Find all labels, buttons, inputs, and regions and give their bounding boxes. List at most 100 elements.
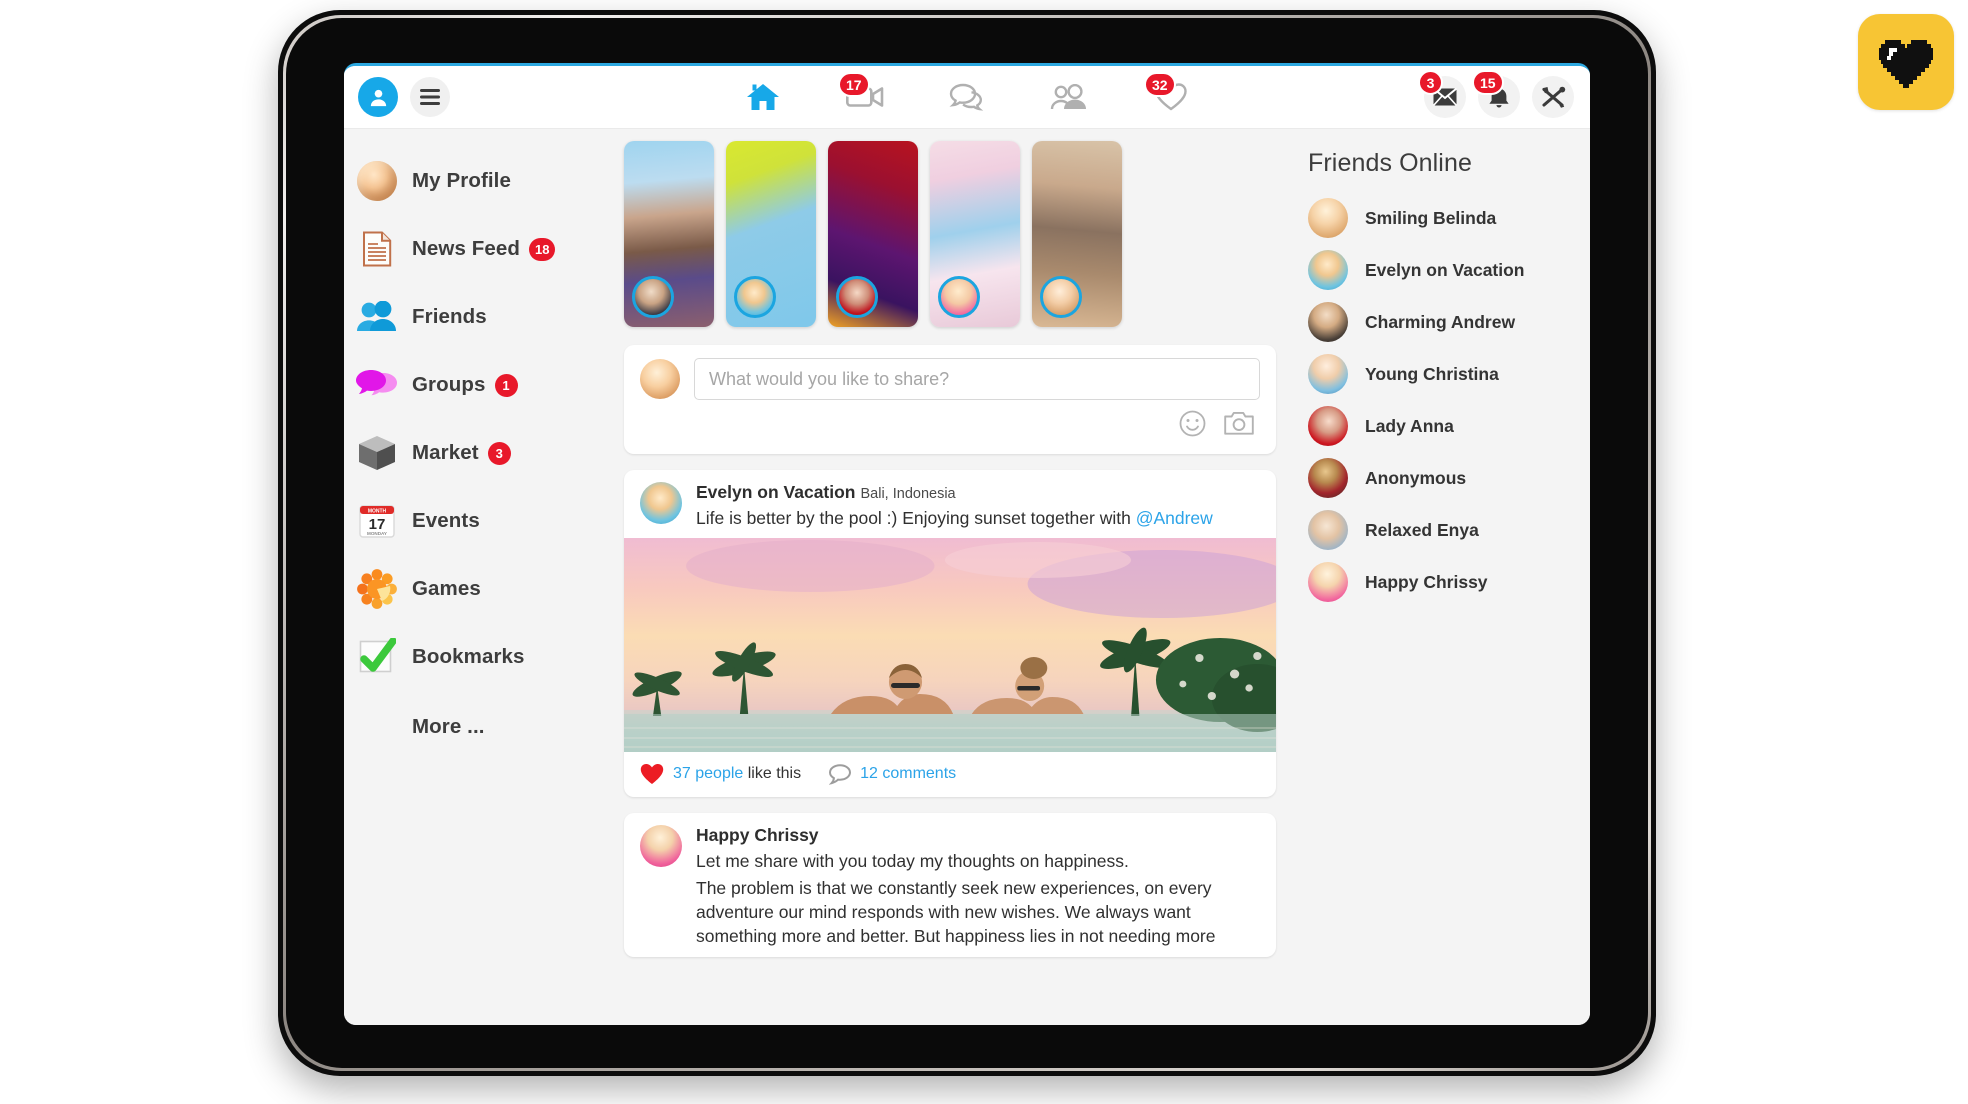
story-avatar — [938, 276, 980, 318]
sidebar-label-groups: Groups — [412, 373, 486, 396]
friend-name: Evelyn on Vacation — [1365, 259, 1525, 280]
sidebar-label-games: Games — [412, 577, 481, 600]
friend-list-item[interactable]: Young Christina — [1308, 348, 1590, 400]
friend-list-item[interactable]: Happy Chrissy — [1308, 556, 1590, 608]
friend-list-item[interactable]: Evelyn on Vacation — [1308, 244, 1590, 296]
top-right-actions: 3 15 — [1418, 70, 1590, 118]
nav-chats[interactable] — [944, 76, 990, 118]
hamburger-menu-button[interactable] — [410, 77, 450, 117]
tablet-metal-edge: 17 32 3 15 My Profile News Feed 18 Frien… — [283, 15, 1651, 1071]
sidebar-item-market[interactable]: Market 3 — [344, 419, 606, 487]
sidebar: My Profile News Feed 18 Friends Groups 1… — [344, 129, 606, 1025]
post-composer — [624, 345, 1276, 454]
post-text-line1: Let me share with you today my thoughts … — [696, 851, 1129, 872]
sidebar-item-events[interactable]: MONTH 17 MONDAY Events — [344, 487, 606, 555]
document-icon — [356, 228, 398, 270]
post-author-avatar[interactable] — [640, 825, 682, 868]
sidebar-label-my-profile: My Profile — [412, 169, 511, 192]
avatar — [1308, 302, 1348, 342]
post-location: Bali, Indonesia — [860, 486, 956, 502]
friend-name: Anonymous — [1365, 467, 1467, 488]
tablet-bezel: 17 32 3 15 My Profile News Feed 18 Frien… — [286, 18, 1648, 1068]
friend-list-item[interactable]: Charming Andrew — [1308, 296, 1590, 348]
post-mention[interactable]: @Andrew — [1136, 508, 1213, 528]
avatar — [1308, 198, 1348, 238]
sidebar-label-market: Market — [412, 441, 479, 464]
user-avatar-button[interactable] — [358, 77, 398, 117]
friends-online-panel: Friends Online Smiling Belinda Evelyn on… — [1290, 129, 1590, 1025]
post-text-body: Life is better by the pool :) Enjoying s… — [696, 508, 1136, 528]
hamburger-icon — [420, 89, 440, 105]
avatar — [1308, 458, 1348, 498]
camera-icon — [1224, 411, 1254, 435]
sidebar-badge-news-feed: 18 — [529, 237, 556, 261]
calendar-month-label: MONTH — [368, 509, 387, 515]
sidebar-item-more[interactable]: More ... — [344, 697, 606, 757]
friend-list-item[interactable]: Anonymous — [1308, 452, 1590, 504]
nav-people[interactable] — [1046, 76, 1092, 118]
friend-list-item[interactable]: Lady Anna — [1308, 400, 1590, 452]
story-item[interactable] — [1032, 141, 1122, 327]
app-logo — [1858, 14, 1954, 110]
like-count[interactable]: 37 people — [673, 765, 743, 782]
avatar — [1308, 562, 1348, 602]
news-feed-column: Evelyn on VacationBali, Indonesia Life i… — [606, 129, 1290, 1025]
post-text-line2: The problem is that we constantly seek n… — [696, 877, 1216, 946]
nav-likes[interactable]: 32 — [1144, 72, 1194, 118]
main-nav-icons: 17 32 — [740, 72, 1194, 118]
story-item[interactable] — [624, 141, 714, 327]
user-avatar-icon — [370, 89, 386, 106]
comments-action[interactable]: 12 comments — [829, 764, 956, 785]
friend-list-item[interactable]: Smiling Belinda — [1308, 192, 1590, 244]
sidebar-item-my-profile[interactable]: My Profile — [344, 147, 606, 215]
sidebar-item-bookmarks[interactable]: Bookmarks — [344, 623, 606, 691]
comment-count[interactable]: 12 comments — [860, 765, 956, 783]
sidebar-label-events: Events — [412, 509, 480, 532]
tools-icon — [1542, 86, 1566, 108]
post-author-name[interactable]: Happy Chrissy — [696, 825, 1260, 846]
post-text: Life is better by the pool :) Enjoying s… — [696, 507, 1260, 530]
profile-photo-icon — [356, 160, 398, 202]
nav-videos[interactable]: 17 — [838, 72, 888, 118]
sidebar-item-groups[interactable]: Groups 1 — [344, 351, 606, 419]
avatar — [1308, 354, 1348, 394]
post-author-name[interactable]: Evelyn on Vacation — [696, 482, 856, 502]
story-item[interactable] — [828, 141, 918, 327]
like-suffix: like this — [747, 765, 802, 783]
sidebar-item-news-feed[interactable]: News Feed 18 — [344, 215, 606, 283]
friend-name: Relaxed Enya — [1365, 519, 1479, 540]
story-item[interactable] — [930, 141, 1020, 327]
sidebar-item-games[interactable]: Games — [344, 555, 606, 623]
checkmark-icon — [356, 636, 398, 678]
app-body: My Profile News Feed 18 Friends Groups 1… — [344, 129, 1590, 1025]
story-avatar — [836, 276, 878, 318]
box-icon — [356, 432, 398, 474]
settings-button[interactable] — [1532, 76, 1574, 118]
friend-name: Happy Chrissy — [1365, 571, 1488, 592]
emoji-button[interactable] — [1179, 410, 1206, 442]
heart-icon — [640, 764, 664, 785]
friend-name: Lady Anna — [1365, 415, 1454, 436]
friend-list-item[interactable]: Relaxed Enya — [1308, 504, 1590, 556]
photo-upload-button[interactable] — [1224, 410, 1254, 442]
tablet-device-frame: 17 32 3 15 My Profile News Feed 18 Frien… — [278, 10, 1656, 1076]
avatar — [1308, 406, 1348, 446]
composer-avatar — [640, 359, 680, 399]
sidebar-label-news-feed: News Feed — [412, 237, 520, 260]
messages-button[interactable]: 3 — [1418, 70, 1466, 118]
likes-action[interactable]: 37 people like this — [640, 763, 801, 785]
share-input[interactable] — [694, 358, 1260, 400]
friends-online-title: Friends Online — [1308, 149, 1472, 177]
two-people-icon — [356, 296, 398, 338]
post-image[interactable] — [624, 538, 1276, 753]
nav-home[interactable] — [740, 76, 786, 118]
story-item[interactable] — [726, 141, 816, 327]
avatar — [1308, 250, 1348, 290]
sidebar-badge-market: 3 — [487, 441, 511, 465]
friend-name: Young Christina — [1365, 363, 1499, 384]
sidebar-item-friends[interactable]: Friends — [344, 283, 606, 351]
notifications-button[interactable]: 15 — [1472, 70, 1520, 118]
friend-name: Smiling Belinda — [1365, 207, 1497, 228]
post-author-avatar[interactable] — [640, 482, 682, 524]
pixel-heart-icon — [1879, 40, 1933, 88]
